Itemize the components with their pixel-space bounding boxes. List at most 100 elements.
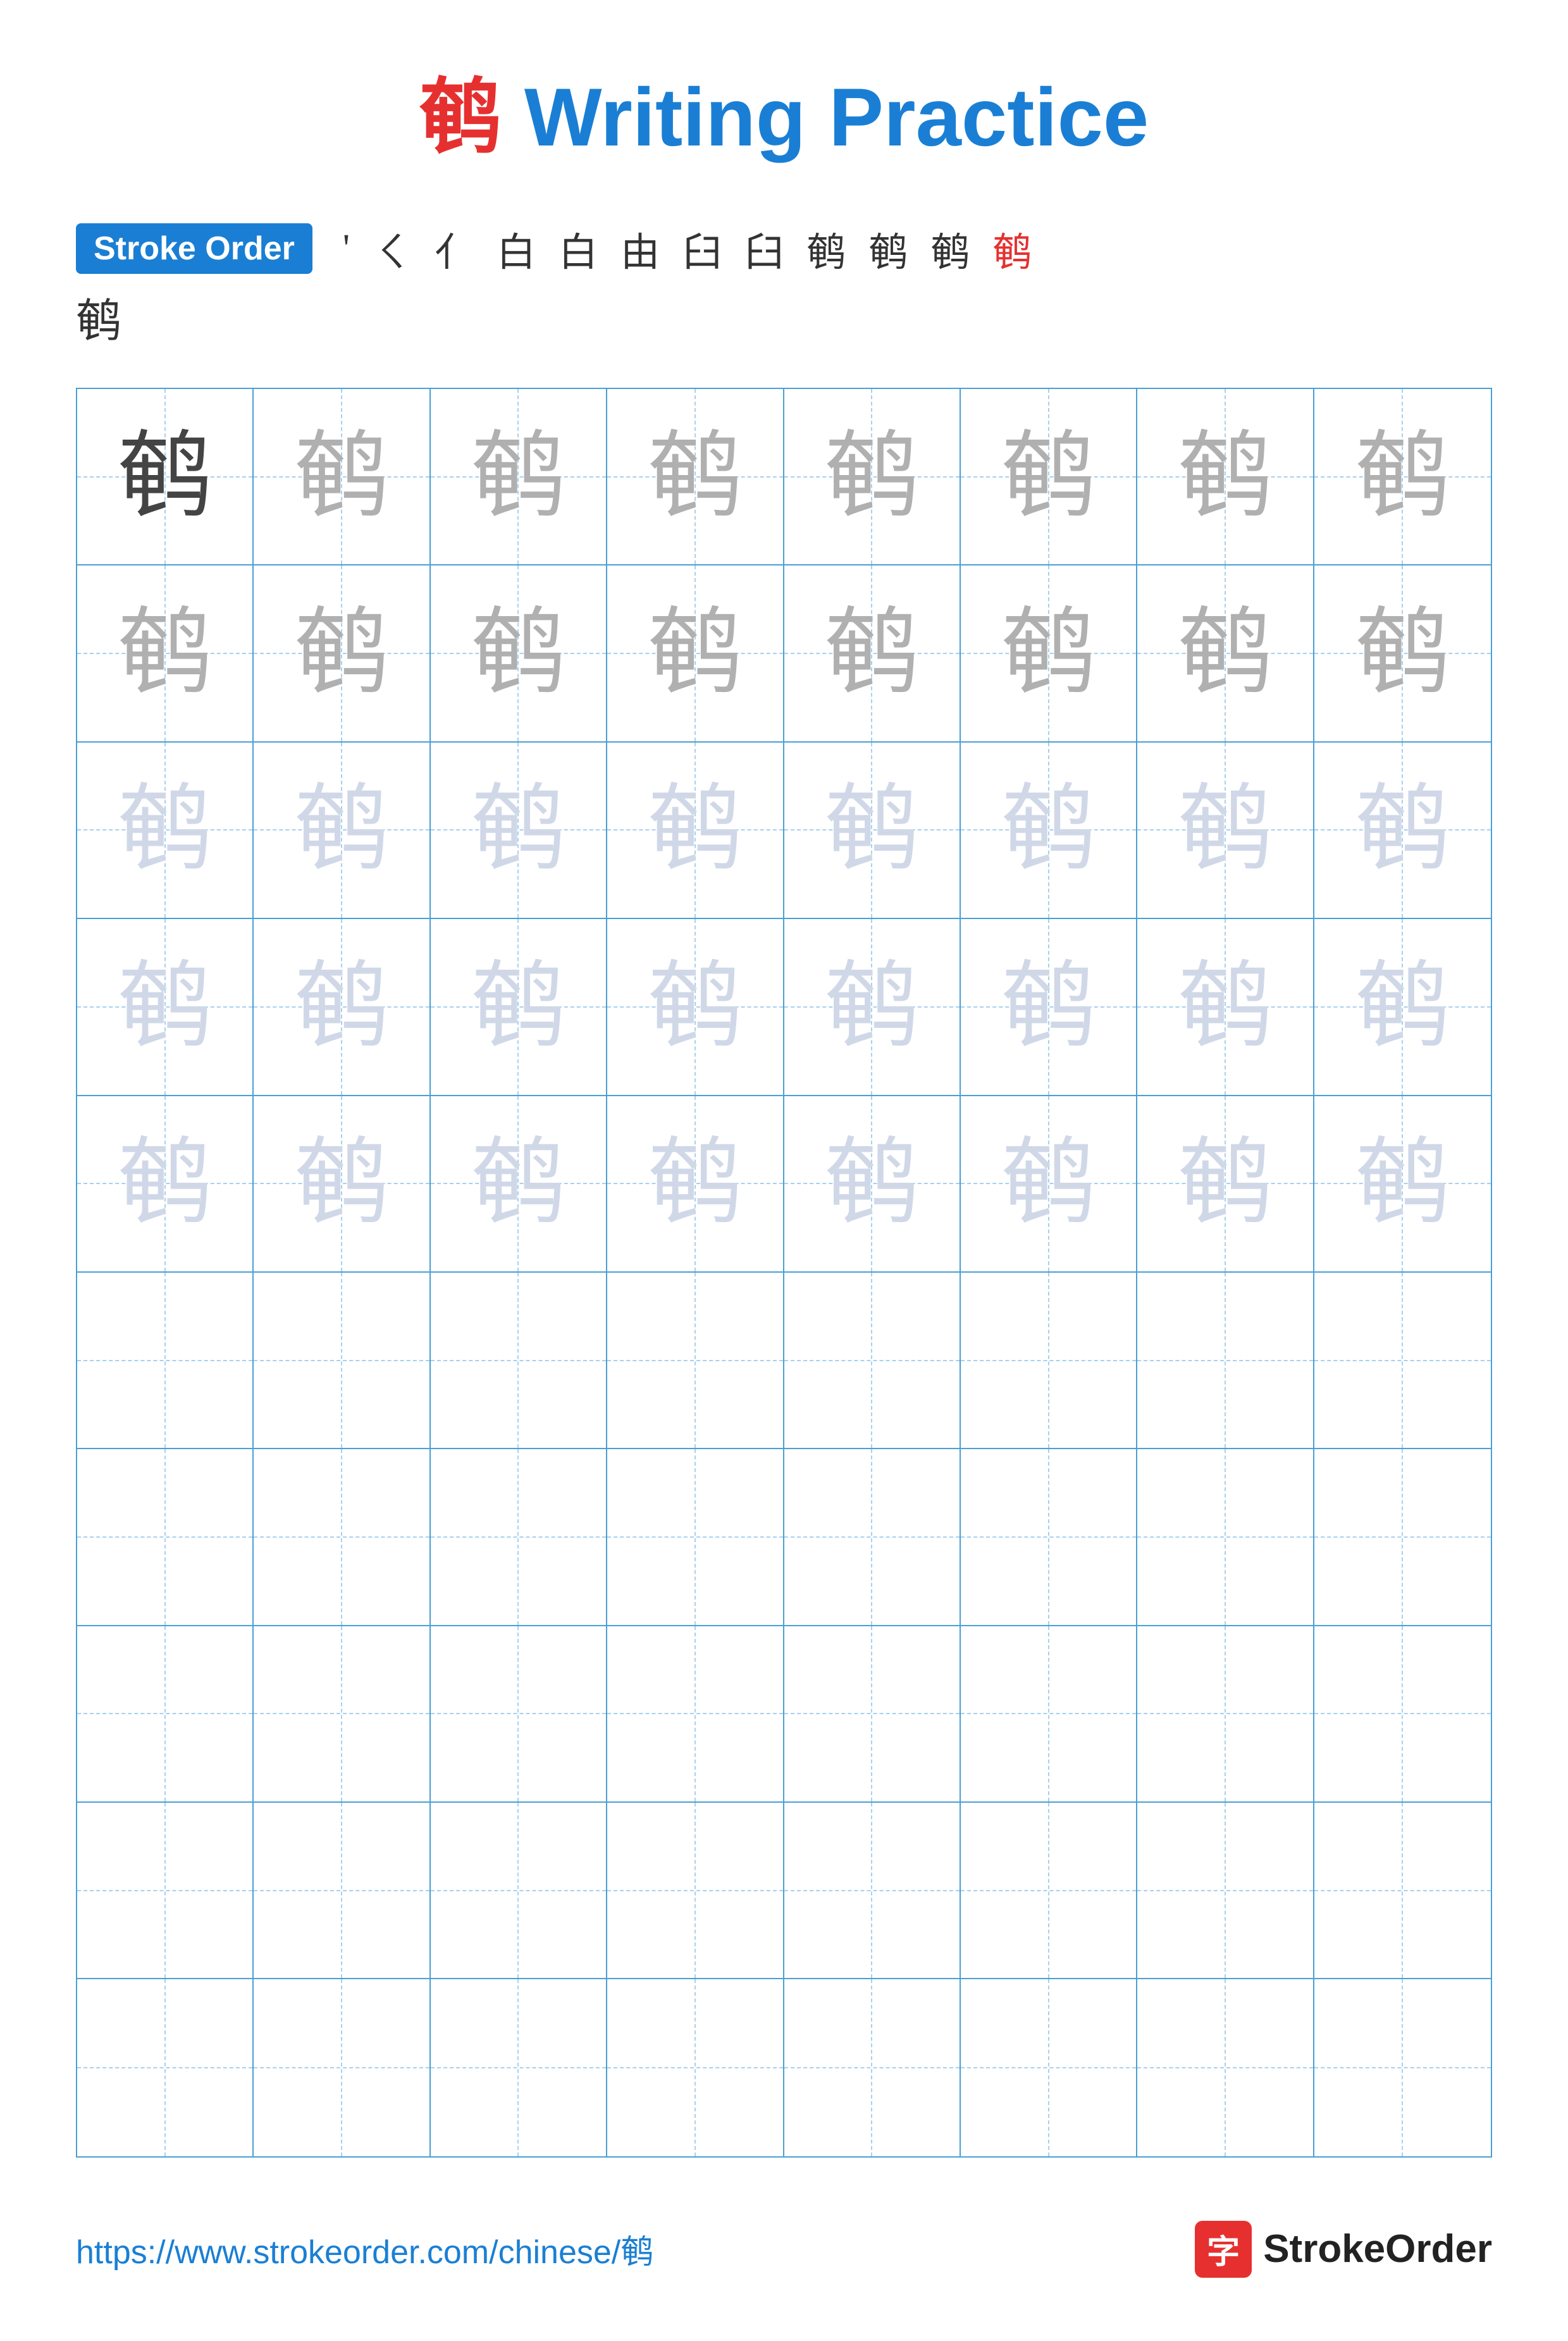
grid-cell[interactable] — [1314, 1803, 1491, 1979]
stroke-step-12: 鹌 — [992, 220, 1032, 277]
stroke-step-10: 鹌 — [868, 220, 908, 277]
footer-url[interactable]: https://www.strokeorder.com/chinese/鹌 — [76, 2225, 653, 2273]
grid-cell[interactable]: 鹌 — [254, 389, 430, 565]
grid-row-8 — [77, 1626, 1491, 1803]
grid-cell[interactable]: 鹌 — [77, 389, 254, 565]
grid-cell[interactable] — [784, 1273, 961, 1449]
grid-cell[interactable]: 鹌 — [784, 743, 961, 919]
grid-cell[interactable]: 鹌 — [607, 743, 784, 919]
grid-cell[interactable]: 鹌 — [431, 1096, 607, 1273]
grid-cell[interactable] — [77, 1626, 254, 1803]
grid-cell[interactable] — [1137, 1626, 1314, 1803]
grid-cell[interactable]: 鹌 — [961, 565, 1137, 742]
grid-cell[interactable] — [1137, 1803, 1314, 1979]
grid-cell[interactable] — [1137, 1449, 1314, 1626]
practice-char: 鹌 — [294, 606, 389, 701]
grid-cell[interactable]: 鹌 — [77, 743, 254, 919]
grid-cell[interactable] — [431, 1626, 607, 1803]
grid-cell[interactable]: 鹌 — [607, 389, 784, 565]
grid-cell[interactable] — [607, 1273, 784, 1449]
stroke-final-char: 鹌 — [76, 283, 121, 350]
grid-cell[interactable]: 鹌 — [431, 743, 607, 919]
grid-cell[interactable]: 鹌 — [1314, 743, 1491, 919]
grid-row-10 — [77, 1979, 1491, 2156]
practice-char: 鹌 — [118, 1136, 213, 1231]
grid-cell[interactable] — [784, 1449, 961, 1626]
grid-cell[interactable] — [607, 1979, 784, 2156]
practice-char: 鹌 — [824, 1136, 919, 1231]
practice-char: 鹌 — [648, 429, 743, 524]
grid-cell[interactable] — [431, 1803, 607, 1979]
grid-cell[interactable] — [431, 1449, 607, 1626]
grid-cell[interactable] — [784, 1803, 961, 1979]
grid-cell[interactable] — [254, 1449, 430, 1626]
practice-char: 鹌 — [294, 429, 389, 524]
grid-cell[interactable]: 鹌 — [77, 919, 254, 1096]
practice-char: 鹌 — [294, 782, 389, 877]
grid-cell[interactable] — [784, 1979, 961, 2156]
grid-cell[interactable] — [607, 1626, 784, 1803]
grid-cell[interactable]: 鹌 — [77, 1096, 254, 1273]
grid-cell[interactable] — [254, 1803, 430, 1979]
grid-cell[interactable] — [784, 1626, 961, 1803]
grid-cell[interactable]: 鹌 — [607, 565, 784, 742]
practice-char: 鹌 — [824, 782, 919, 877]
grid-cell[interactable]: 鹌 — [961, 919, 1137, 1096]
grid-cell[interactable] — [961, 1803, 1137, 1979]
grid-cell[interactable] — [1137, 1273, 1314, 1449]
grid-cell[interactable] — [77, 1449, 254, 1626]
grid-cell[interactable] — [1137, 1979, 1314, 2156]
grid-cell[interactable]: 鹌 — [1314, 565, 1491, 742]
practice-char: 鹌 — [1355, 1136, 1450, 1231]
grid-cell[interactable] — [961, 1449, 1137, 1626]
grid-cell[interactable]: 鹌 — [961, 743, 1137, 919]
practice-char: 鹌 — [471, 782, 565, 877]
grid-cell[interactable] — [431, 1979, 607, 2156]
grid-cell[interactable]: 鹌 — [607, 919, 784, 1096]
grid-cell[interactable]: 鹌 — [784, 1096, 961, 1273]
grid-cell[interactable] — [254, 1273, 430, 1449]
grid-cell[interactable]: 鹌 — [254, 743, 430, 919]
grid-cell[interactable]: 鹌 — [254, 565, 430, 742]
grid-cell[interactable] — [1314, 1626, 1491, 1803]
grid-cell[interactable] — [77, 1803, 254, 1979]
grid-cell[interactable] — [1314, 1273, 1491, 1449]
grid-cell[interactable]: 鹌 — [961, 389, 1137, 565]
grid-cell[interactable]: 鹌 — [1314, 389, 1491, 565]
grid-cell[interactable] — [1314, 1449, 1491, 1626]
stroke-step-6: 由 — [620, 220, 660, 277]
practice-char: 鹌 — [648, 960, 743, 1054]
grid-cell[interactable]: 鹌 — [254, 919, 430, 1096]
grid-cell[interactable]: 鹌 — [431, 565, 607, 742]
grid-cell[interactable]: 鹌 — [1137, 743, 1314, 919]
grid-cell[interactable]: 鹌 — [784, 389, 961, 565]
grid-cell[interactable] — [77, 1979, 254, 2156]
grid-cell[interactable] — [607, 1803, 784, 1979]
grid-cell[interactable]: 鹌 — [1137, 1096, 1314, 1273]
grid-cell[interactable]: 鹌 — [431, 389, 607, 565]
grid-cell[interactable] — [431, 1273, 607, 1449]
grid-cell[interactable]: 鹌 — [1314, 1096, 1491, 1273]
stroke-step-11: 鹌 — [930, 220, 970, 277]
practice-char: 鹌 — [824, 960, 919, 1054]
grid-cell[interactable] — [1314, 1979, 1491, 2156]
grid-cell[interactable]: 鹌 — [607, 1096, 784, 1273]
grid-cell[interactable] — [77, 1273, 254, 1449]
grid-cell[interactable]: 鹌 — [1314, 919, 1491, 1096]
grid-cell[interactable] — [961, 1626, 1137, 1803]
grid-cell[interactable] — [254, 1979, 430, 2156]
stroke-step-9: 鹌 — [806, 220, 846, 277]
grid-cell[interactable]: 鹌 — [784, 919, 961, 1096]
grid-cell[interactable]: 鹌 — [1137, 919, 1314, 1096]
grid-cell[interactable]: 鹌 — [1137, 389, 1314, 565]
grid-cell[interactable]: 鹌 — [961, 1096, 1137, 1273]
grid-cell[interactable]: 鹌 — [1137, 565, 1314, 742]
grid-cell[interactable]: 鹌 — [254, 1096, 430, 1273]
grid-cell[interactable]: 鹌 — [784, 565, 961, 742]
grid-cell[interactable] — [961, 1979, 1137, 2156]
grid-cell[interactable]: 鹌 — [431, 919, 607, 1096]
grid-cell[interactable] — [254, 1626, 430, 1803]
grid-cell[interactable]: 鹌 — [77, 565, 254, 742]
grid-cell[interactable] — [607, 1449, 784, 1626]
grid-cell[interactable] — [961, 1273, 1137, 1449]
